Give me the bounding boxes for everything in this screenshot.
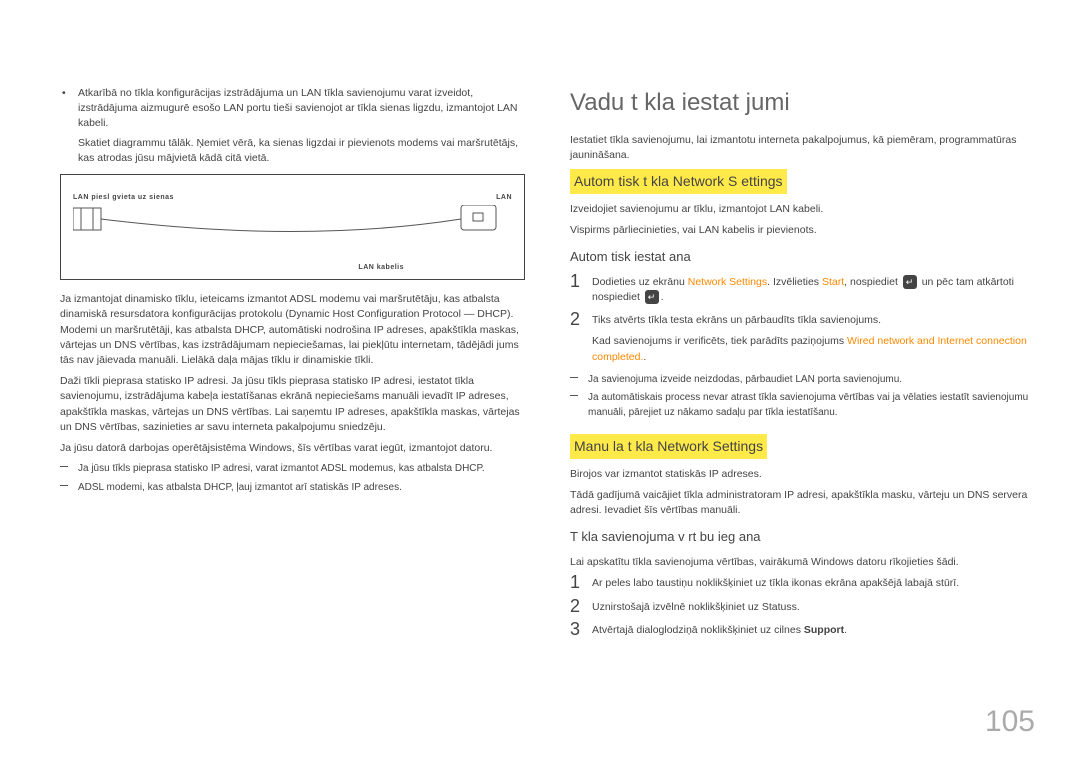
enter-icon <box>645 290 659 304</box>
auto-step-1: 1 Dodieties uz ekrānu Network Settings. … <box>570 275 1035 305</box>
diagram-label-br: LAN kabelis <box>358 263 404 273</box>
diagram-art <box>73 205 513 255</box>
heading-auto: Autom tisk t kla Network S ettings <box>570 169 787 193</box>
bullet-note: Skatiet diagrammu tālāk. Ņemiet vērā, ka… <box>60 136 525 166</box>
text: Atkarībā no tīkla konfigurācijas izstrād… <box>78 87 517 129</box>
para-dhcp: Ja izmantojat dinamisko tīklu, ieteicams… <box>60 292 525 368</box>
man-step-1: 1Ar peles labo taustiņu noklikšķiniet uz… <box>570 576 1035 591</box>
heading-auto-setup: Autom tisk iestat ana <box>570 248 1035 267</box>
auto-step-2: 2 Tiks atvērts tīkla testa ekrāns un pār… <box>570 313 1035 365</box>
page-title: Vadu t kla iestat jumi <box>570 86 1035 121</box>
intro: Iestatiet tīkla savienojumu, lai izmanto… <box>570 133 1035 163</box>
bullet-lan-desc: Atkarībā no tīkla konfigurācijas izstrād… <box>60 86 525 132</box>
lan-diagram: LAN piesl gvieta uz sienas LAN LAN kabel… <box>60 174 525 280</box>
auto-p1: Izveidojiet savienojumu ar tīklu, izmant… <box>570 202 1035 217</box>
note-adsl-dhcp: Ja jūsu tīkls pieprasa statisko IP adres… <box>60 462 525 477</box>
text: Skatiet diagrammu tālāk. Ņemiet vērā, ka… <box>78 137 518 164</box>
man-p1: Birojos var izmantot statiskās IP adrese… <box>570 467 1035 482</box>
man-step-3: 3 Atvērtajā dialoglodziņā noklikšķiniet … <box>570 623 1035 638</box>
diagram-label-tr: LAN <box>496 193 512 203</box>
heading-manual: Manu la t kla Network Settings <box>570 434 767 458</box>
enter-icon <box>903 275 917 289</box>
man-p3: Lai apskatītu tīkla savienojuma vērtības… <box>570 555 1035 570</box>
page-number: 105 <box>985 700 1035 744</box>
diagram-label-tl: LAN piesl gvieta uz sienas <box>73 193 174 203</box>
man-p2: Tādā gadījumā vaicājiet tīkla administra… <box>570 488 1035 518</box>
auto-note-2: Ja automātiskais process nevar atrast tī… <box>570 391 1035 420</box>
man-step-2: 2Uznirstošajā izvēlnē noklikšķiniet uz S… <box>570 600 1035 615</box>
auto-note-1: Ja savienojuma izveide neizdodas, pārbau… <box>570 373 1035 388</box>
auto-p2: Vispirms pārliecinieties, vai LAN kabeli… <box>570 223 1035 238</box>
para-windows: Ja jūsu datorā darbojas operētājsistēma … <box>60 441 525 456</box>
note-adsl-static: ADSL modemi, kas atbalsta DHCP, ļauj izm… <box>60 481 525 496</box>
heading-man-values: T kla savienojuma v rt bu ieg ana <box>570 528 1035 547</box>
para-static: Daži tīkli pieprasa statisko IP adresi. … <box>60 374 525 435</box>
